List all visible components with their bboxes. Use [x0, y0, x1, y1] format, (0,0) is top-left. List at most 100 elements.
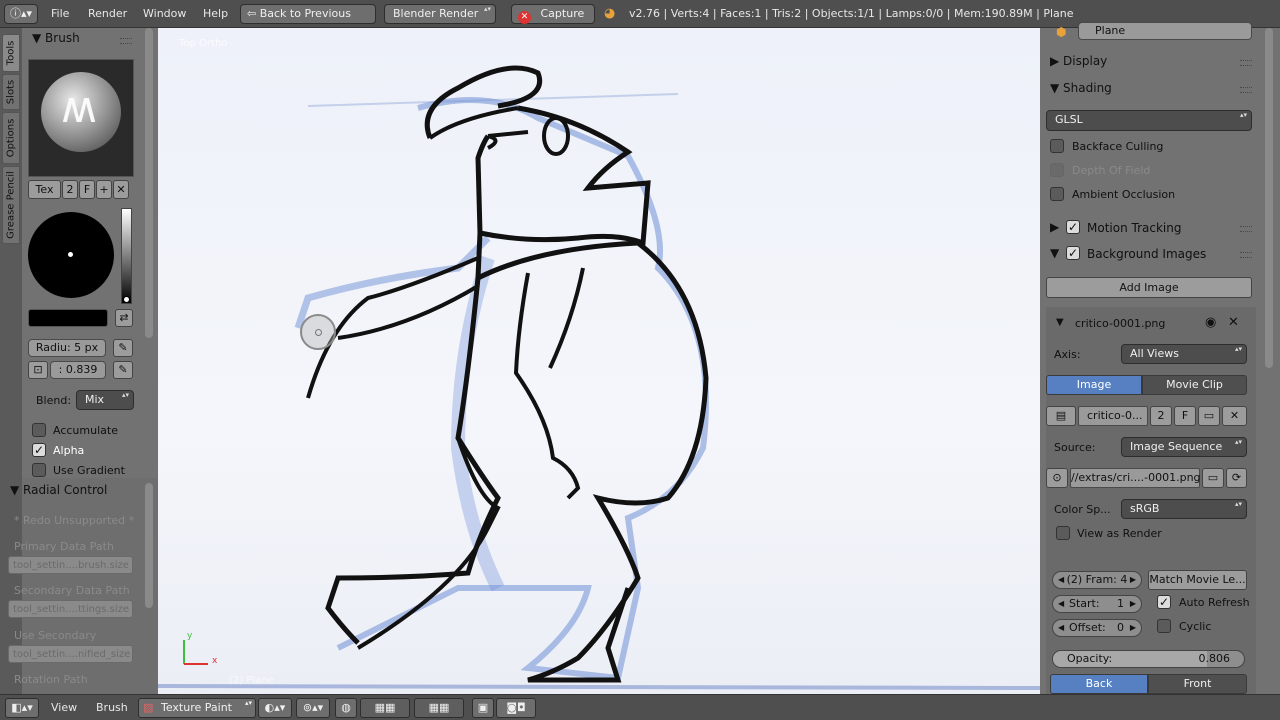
opacity-slider[interactable]: Opacity: 0.806 [1052, 650, 1245, 668]
blend-dropdown[interactable]: Mix [76, 390, 134, 410]
image-entry-expand-icon[interactable]: ▼ [1056, 317, 1064, 328]
shading-mode-dropdown[interactable]: GLSL [1046, 110, 1252, 131]
display-grip-icon[interactable] [1240, 60, 1252, 66]
frames-field[interactable]: ◀ (2) Fram: 4 ▶ [1052, 571, 1142, 589]
frames-decrement-icon[interactable]: ◀ [1058, 572, 1064, 588]
image-source-tab[interactable]: Image [1046, 375, 1142, 395]
tool-shelf-scrollbar[interactable] [145, 28, 153, 338]
mask-toggle-button[interactable]: ◍ [335, 698, 357, 718]
unlink-brush-icon[interactable]: ✕ [113, 180, 129, 199]
menu-render[interactable]: Render [88, 7, 127, 20]
backface-culling-checkbox[interactable] [1050, 139, 1064, 153]
radial-panel-scrollbar[interactable] [145, 483, 153, 608]
use-secondary-field[interactable]: tool_settin....nified_size [8, 645, 133, 663]
image-datablock-field[interactable]: critico-0... [1078, 406, 1148, 426]
tab-options[interactable]: Options [2, 112, 20, 164]
scene-layers-2[interactable]: ▦▦ [414, 698, 464, 718]
mode-dropdown[interactable]: ▨ Texture Paint ▴▾ [138, 698, 256, 718]
match-movie-length-button[interactable]: Match Movie Le... [1148, 570, 1247, 590]
secondary-data-path-field[interactable]: tool_settin....ttings.size [8, 600, 133, 618]
offset-increment-icon[interactable]: ▶ [1130, 620, 1136, 636]
brush-fake-user-button[interactable]: F [79, 180, 95, 199]
frames-increment-icon[interactable]: ▶ [1130, 572, 1136, 588]
tab-grease-pencil[interactable]: Grease Pencil [2, 166, 20, 244]
unlink-image-icon[interactable]: ✕ [1222, 406, 1247, 426]
capture-button[interactable]: ✕ Capture [511, 4, 595, 24]
menu-file[interactable]: File [51, 7, 69, 20]
primary-data-path-field[interactable]: tool_settin....brush.size [8, 556, 133, 574]
brush-panel-header[interactable]: ▼ Brush [32, 31, 80, 45]
eye-icon[interactable]: ◉ [1205, 315, 1216, 330]
viewport-shading-button[interactable]: ◐▴▾ [258, 698, 292, 718]
3d-viewport[interactable]: Top Ortho (2) Plane y x [158, 28, 1040, 694]
cyclic-checkbox[interactable] [1157, 619, 1171, 633]
swap-colors-icon[interactable]: ⇄ [115, 309, 133, 327]
shading-grip-icon[interactable] [1240, 87, 1252, 93]
accumulate-checkbox[interactable] [32, 423, 46, 437]
tab-tools[interactable]: Tools [2, 34, 20, 72]
color-wheel[interactable] [28, 212, 114, 298]
brush-color-swatch[interactable] [28, 309, 108, 327]
ambient-occlusion-checkbox[interactable] [1050, 187, 1064, 201]
unified-strength-icon[interactable]: ⊡ [28, 361, 48, 379]
background-images-panel-header[interactable]: ▼ [1050, 246, 1059, 260]
image-users-count[interactable]: 2 [1150, 406, 1172, 426]
file-browse-icon[interactable]: ▭ [1202, 468, 1224, 488]
back-to-previous-button[interactable]: ⇦ Back to Previous [240, 4, 376, 24]
add-brush-icon[interactable]: + [96, 180, 112, 199]
pivot-point-button[interactable]: ⊚▴▾ [296, 698, 330, 718]
alpha-checkbox[interactable]: ✓ [32, 443, 46, 457]
filepath-field[interactable]: //extras/cri....-0001.png [1070, 468, 1201, 488]
background-images-grip-icon[interactable] [1240, 252, 1252, 258]
object-name-field[interactable]: Plane [1078, 22, 1252, 40]
image-browse-icon[interactable]: ▤ [1046, 406, 1076, 426]
start-decrement-icon[interactable]: ◀ [1058, 596, 1064, 612]
render-engine-dropdown[interactable]: Blender Render [384, 4, 496, 24]
motion-tracking-grip-icon[interactable] [1240, 226, 1252, 232]
front-tab[interactable]: Front [1148, 674, 1247, 694]
panel-grip-icon[interactable] [120, 38, 132, 44]
offset-decrement-icon[interactable]: ◀ [1058, 620, 1064, 636]
strength-pressure-icon[interactable]: ✎ [113, 361, 133, 379]
display-panel-header[interactable]: ▶ Display [1050, 54, 1107, 68]
use-gradient-checkbox[interactable] [32, 463, 46, 477]
value-slider[interactable] [121, 208, 132, 304]
open-image-icon[interactable]: ▭ [1198, 406, 1220, 426]
color-wheel-cursor[interactable] [68, 252, 73, 257]
offset-field[interactable]: ◀ Offset: 0 ▶ [1052, 619, 1142, 637]
radius-pressure-icon[interactable]: ✎ [113, 339, 133, 357]
start-field[interactable]: ◀ Start: 1 ▶ [1052, 595, 1142, 613]
radius-field[interactable]: Radiu: 5 px [28, 339, 106, 357]
tab-slots[interactable]: Slots [2, 74, 20, 110]
strength-field[interactable]: : 0.839 [50, 361, 106, 379]
view-as-render-checkbox[interactable] [1056, 526, 1070, 540]
source-dropdown[interactable]: Image Sequence [1121, 437, 1247, 457]
image-fake-user-button[interactable]: F [1174, 406, 1196, 426]
color-space-dropdown[interactable]: sRGB [1121, 499, 1247, 519]
layer-lock-button[interactable]: ▣ [472, 698, 494, 718]
shading-panel-header[interactable]: ▼ Shading [1050, 81, 1112, 95]
reload-icon[interactable]: ⟳ [1226, 468, 1247, 488]
auto-refresh-checkbox[interactable]: ✓ [1157, 595, 1171, 609]
movie-clip-source-tab[interactable]: Movie Clip [1142, 375, 1247, 395]
add-image-button[interactable]: Add Image [1046, 277, 1252, 298]
info-editor-type-button[interactable]: ⓘ▴▾ [4, 4, 38, 24]
start-increment-icon[interactable]: ▶ [1130, 596, 1136, 612]
menu-help[interactable]: Help [203, 7, 228, 20]
motion-tracking-panel-header[interactable]: ▶ [1050, 220, 1059, 234]
brush-users-count[interactable]: 2 [62, 180, 78, 199]
remove-image-icon[interactable]: ✕ [1228, 315, 1239, 330]
menu-brush[interactable]: Brush [96, 701, 128, 714]
menu-view[interactable]: View [51, 701, 77, 714]
background-images-checkbox[interactable]: ✓ [1066, 246, 1080, 260]
value-slider-handle[interactable] [123, 296, 130, 303]
back-tab[interactable]: Back [1050, 674, 1148, 694]
radial-control-header[interactable]: ▼ Radial Control [10, 483, 107, 497]
brush-preview[interactable]: ʍ [28, 59, 134, 177]
motion-tracking-checkbox[interactable]: ✓ [1066, 220, 1080, 234]
file-icon[interactable]: ⊙ [1046, 468, 1068, 488]
editor-type-button[interactable]: ◧▴▾ [5, 698, 39, 718]
scene-layers-1[interactable]: ▦▦ [360, 698, 410, 718]
properties-scrollbar[interactable] [1265, 28, 1273, 368]
brush-tex-field[interactable]: Tex [28, 180, 61, 199]
